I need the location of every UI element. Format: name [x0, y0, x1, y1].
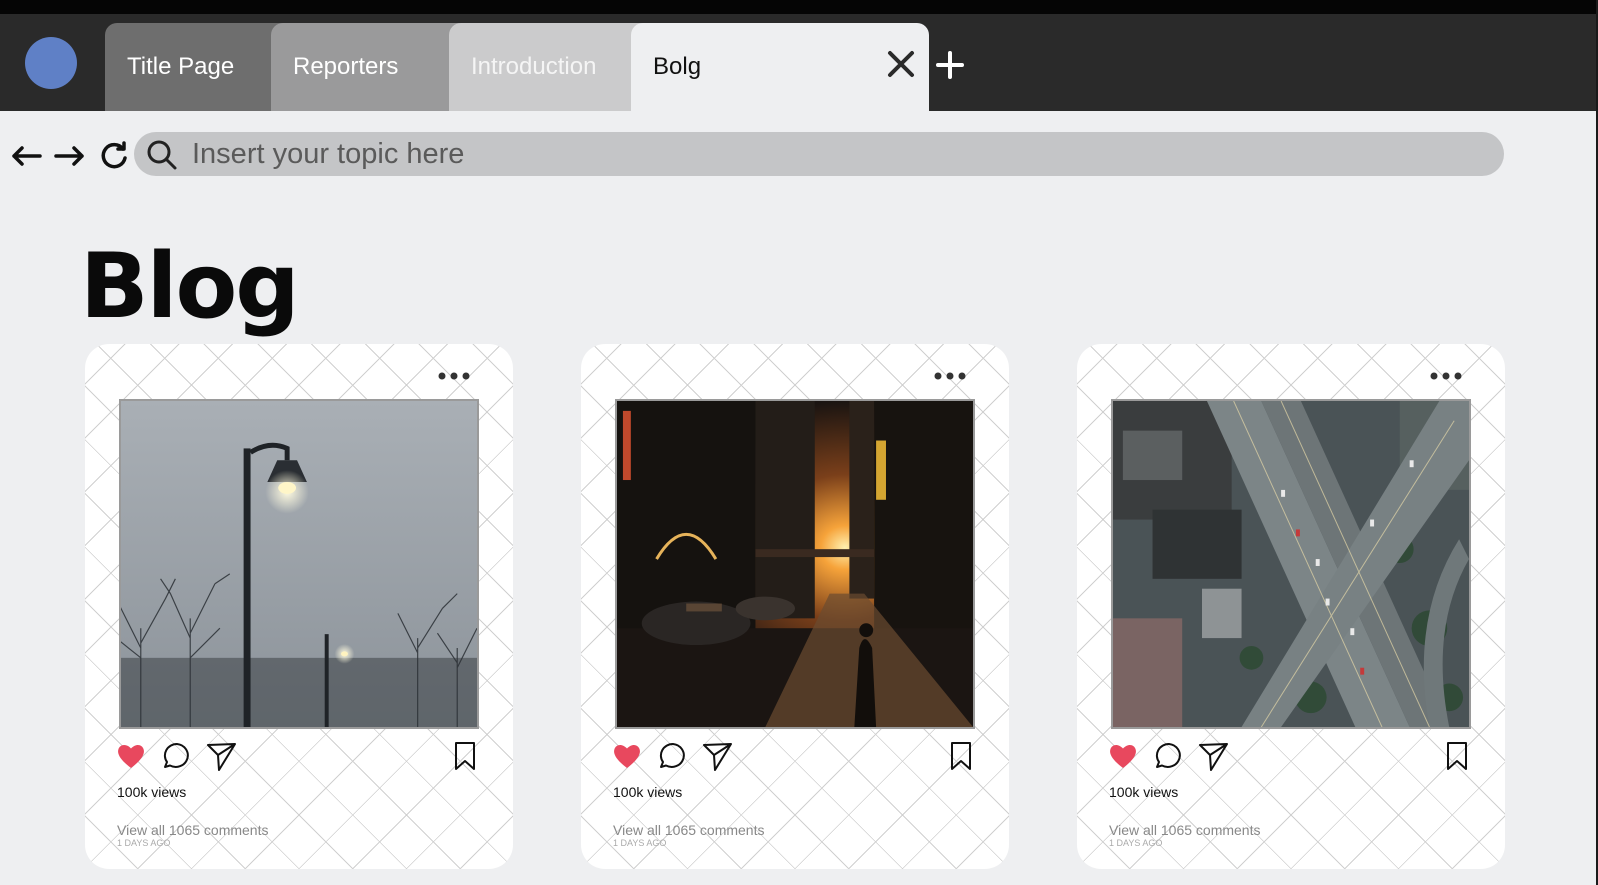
blog-post-card[interactable]: 100k views View all 1065 comments 1 DAYS…: [1077, 344, 1505, 869]
tab-bolg-active[interactable]: Bolg: [631, 23, 929, 111]
send-icon[interactable]: [1197, 740, 1229, 772]
search-placeholder[interactable]: Insert your topic here: [192, 132, 464, 176]
tab-label: Introduction: [471, 53, 597, 80]
post-image-highway-aerial[interactable]: [1111, 399, 1471, 729]
page-title: Blog: [80, 234, 300, 339]
arrow-left-icon[interactable]: [8, 138, 44, 174]
browser-tab-bar: Title Page Reporters Introduction Bolg: [0, 0, 1598, 111]
view-comments-link[interactable]: View all 1065 comments: [117, 822, 268, 838]
tab-introduction[interactable]: Introduction: [449, 23, 659, 111]
blog-post-card[interactable]: 100k views View all 1065 comments 1 DAYS…: [581, 344, 1009, 869]
comment-icon[interactable]: [1153, 740, 1185, 772]
view-comments-link[interactable]: View all 1065 comments: [1109, 822, 1260, 838]
tab-label: Title Page: [127, 53, 235, 80]
tab-title-page[interactable]: Title Page: [105, 23, 295, 111]
view-count: 100k views: [117, 784, 187, 800]
post-image-city-sunset[interactable]: [615, 399, 975, 729]
more-dots-icon[interactable]: [933, 370, 967, 382]
tab-label: Bolg: [653, 53, 702, 80]
refresh-icon[interactable]: [96, 138, 132, 174]
comment-icon[interactable]: [161, 740, 193, 772]
more-dots-icon[interactable]: [437, 370, 471, 382]
comment-icon[interactable]: [657, 740, 689, 772]
send-icon[interactable]: [701, 740, 733, 772]
bookmark-icon[interactable]: [449, 740, 481, 772]
view-count: 100k views: [1109, 784, 1179, 800]
profile-avatar[interactable]: [25, 37, 77, 89]
bookmark-icon[interactable]: [1441, 740, 1473, 772]
heart-icon[interactable]: [1107, 740, 1139, 772]
close-icon[interactable]: [886, 47, 916, 81]
plus-icon[interactable]: [935, 50, 965, 80]
search-bar[interactable]: Insert your topic here: [134, 132, 1504, 176]
window-top-edge: [0, 0, 1598, 14]
post-image-foggy-lamp[interactable]: [119, 399, 479, 729]
post-timestamp: 1 DAYS AGO: [1109, 838, 1163, 848]
send-icon[interactable]: [205, 740, 237, 772]
arrow-right-icon[interactable]: [52, 138, 88, 174]
tab-reporters[interactable]: Reporters: [271, 23, 471, 111]
post-timestamp: 1 DAYS AGO: [117, 838, 171, 848]
post-timestamp: 1 DAYS AGO: [613, 838, 667, 848]
bookmark-icon[interactable]: [945, 740, 977, 772]
blog-post-card[interactable]: 100k views View all 1065 comments 1 DAYS…: [85, 344, 513, 869]
heart-icon[interactable]: [115, 740, 147, 772]
heart-icon[interactable]: [611, 740, 643, 772]
view-count: 100k views: [613, 784, 683, 800]
tab-label: Reporters: [293, 53, 399, 80]
search-icon: [147, 140, 177, 170]
more-dots-icon[interactable]: [1429, 370, 1463, 382]
view-comments-link[interactable]: View all 1065 comments: [613, 822, 764, 838]
